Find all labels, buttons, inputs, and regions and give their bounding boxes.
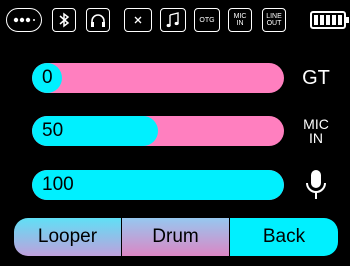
- line-out-label-bottom: OUT: [266, 20, 282, 27]
- music-note-icon[interactable]: [160, 8, 186, 32]
- microphone-volume-slider[interactable]: 100: [32, 170, 284, 200]
- otg-icon[interactable]: OTG: [194, 8, 220, 32]
- mic-in-icon[interactable]: MIC IN: [228, 8, 252, 32]
- battery-icon: [310, 11, 349, 29]
- bottom-button-bar: Looper Drum Back: [14, 218, 338, 256]
- gt-label: GT: [302, 67, 330, 89]
- headphones-icon[interactable]: [86, 8, 110, 32]
- mic-in-label: MIC IN: [294, 117, 338, 145]
- line-out-label-top: LINE: [266, 13, 282, 20]
- close-icon[interactable]: [124, 8, 152, 32]
- line-out-icon[interactable]: LINE OUT: [262, 8, 286, 32]
- slider-value: 100: [42, 174, 74, 195]
- drum-button[interactable]: Drum: [122, 218, 230, 256]
- mic-in-label-bottom: IN: [309, 130, 323, 146]
- looper-button[interactable]: Looper: [14, 218, 122, 256]
- mic-in-label-bottom: IN: [236, 20, 244, 27]
- mic-in-volume-slider[interactable]: 50: [32, 116, 284, 146]
- bluetooth-icon[interactable]: [52, 8, 76, 32]
- more-icon[interactable]: [6, 8, 42, 32]
- slider-value: 50: [42, 120, 64, 141]
- mic-in-label-top: MIC: [233, 13, 247, 20]
- slider-value: 0: [42, 67, 53, 88]
- back-button[interactable]: Back: [230, 218, 338, 256]
- gt-volume-slider[interactable]: 0: [32, 63, 284, 93]
- status-bar: OTG MIC IN LINE OUT: [0, 0, 350, 40]
- microphone-icon: [304, 168, 328, 202]
- otg-label: OTG: [199, 16, 215, 24]
- mic-in-label-top: MIC: [303, 116, 329, 132]
